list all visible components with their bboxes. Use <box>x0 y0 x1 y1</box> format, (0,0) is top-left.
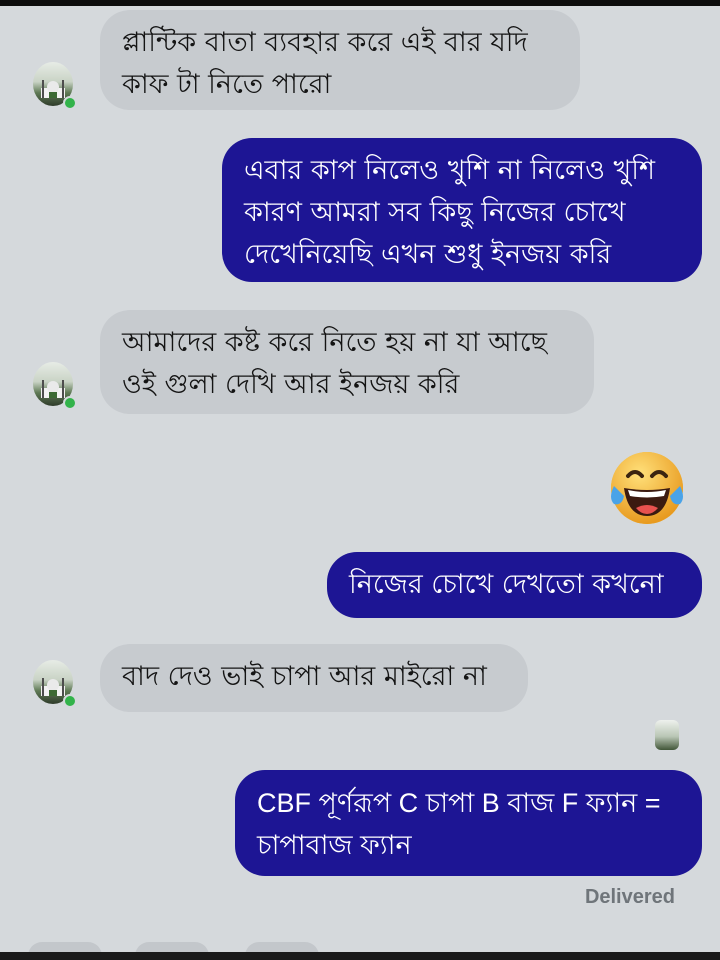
mosque-icon <box>41 380 65 398</box>
message-bubble[interactable]: CBF পূর্ণরূপ C চাপা B বাজ F ফ্যান = চাপা… <box>235 770 702 876</box>
delivered-status: Delivered <box>584 886 675 908</box>
mosque-icon <box>41 678 65 696</box>
online-indicator <box>63 96 77 110</box>
message-bubble[interactable]: প্লান্টিক বাতা ব্যবহার করে এই বার যদি কা… <box>100 10 580 110</box>
contact-avatar[interactable] <box>33 62 77 110</box>
online-indicator <box>63 694 77 708</box>
mosque-icon <box>41 80 65 98</box>
message-bubble[interactable]: আমাদের কষ্ট করে নিতে হয় না যা আছে ওই গু… <box>100 310 594 414</box>
message-bubble[interactable]: এবার কাপ নিলেও খুশি না নিলেও খুশি কারণ আ… <box>222 138 702 282</box>
bottom-frame-edge <box>0 952 720 960</box>
message-bubble[interactable]: নিজের চোখে দেখতো কখনো <box>327 552 702 618</box>
read-receipt-avatar <box>655 720 679 750</box>
contact-avatar[interactable] <box>33 362 77 410</box>
online-indicator <box>63 396 77 410</box>
message-bubble[interactable]: বাদ দেও ভাই চাপা আর মাইরো না <box>100 644 528 712</box>
contact-avatar[interactable] <box>33 660 77 708</box>
laughing-tears-emoji-icon[interactable] <box>606 446 688 528</box>
chat-thread[interactable]: প্লান্টিক বাতা ব্যবহার করে এই বার যদি কা… <box>0 6 720 960</box>
